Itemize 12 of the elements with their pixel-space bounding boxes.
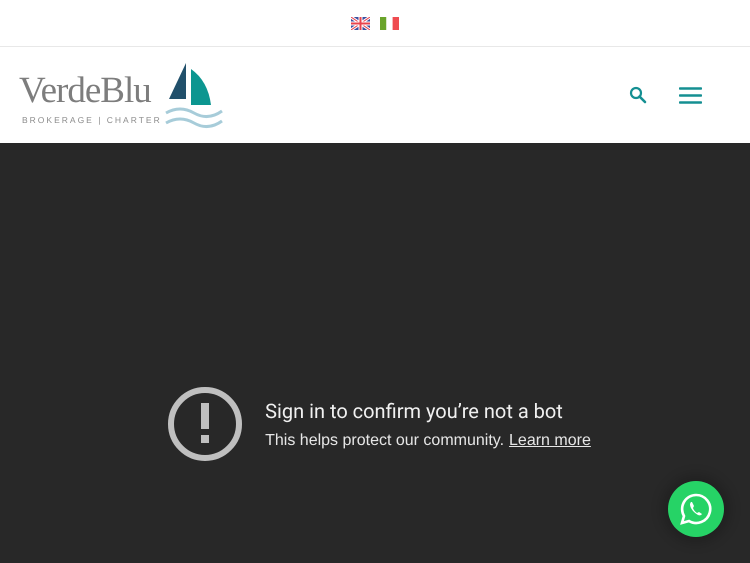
notice-title: Sign in to confirm you’re not a bot xyxy=(265,398,564,422)
menu-icon[interactable] xyxy=(679,86,702,104)
logo-tagline: BROKERAGE | CHARTER xyxy=(22,115,162,125)
warning-icon xyxy=(167,386,244,462)
english-flag-icon[interactable] xyxy=(351,16,370,30)
whatsapp-icon xyxy=(679,492,713,526)
italian-flag-icon[interactable] xyxy=(380,16,399,30)
notice-message: This helps protect our community. xyxy=(265,432,504,450)
logo-wordmark: VerdeBlu xyxy=(19,71,151,111)
search-icon[interactable] xyxy=(629,86,647,104)
sailboat-logo-icon xyxy=(164,61,224,129)
learn-more-link[interactable]: Learn more xyxy=(509,432,591,450)
